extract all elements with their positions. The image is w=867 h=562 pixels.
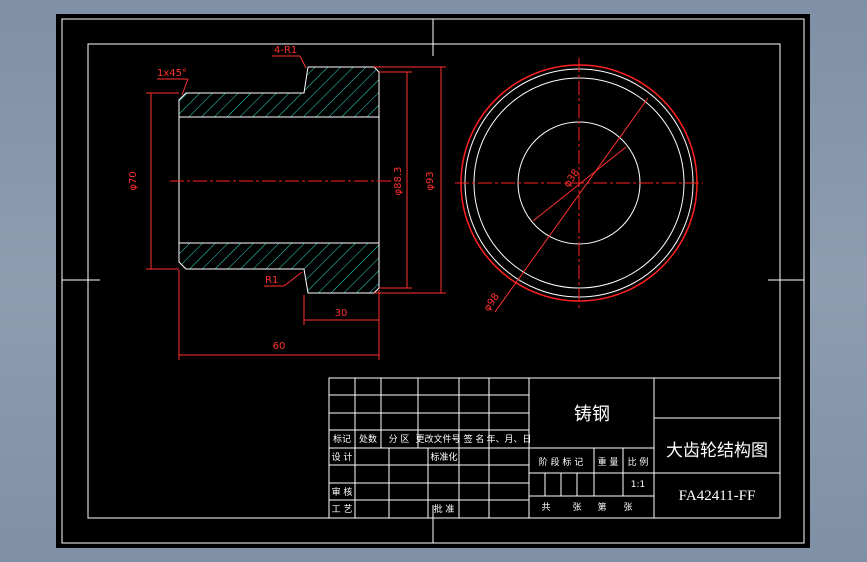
drawing-title: 大齿轮结构图 [666, 441, 768, 461]
fillet-top-label: 4-R1 [274, 45, 297, 56]
sheets-unit-2: 张 [623, 502, 632, 513]
header-zone: 分 区 [389, 434, 410, 445]
dim-phi88: φ88.3 [393, 167, 404, 196]
scale-header: 比 例 [628, 456, 649, 468]
cad-drawing: φ70 φ88.3 φ93 30 60 1x45° 4-R1 R1 φ38 φ9… [61, 18, 805, 544]
header-date: 年、月、日 [486, 433, 531, 445]
role-standardize: 标准化 [430, 451, 457, 463]
dim-length-60: 60 [273, 341, 286, 352]
material-text: 铸钢 [574, 404, 610, 425]
role-process: 工 艺 [332, 504, 353, 515]
dim-length-30: 30 [335, 308, 348, 319]
header-signature: 签 名 [464, 433, 485, 445]
sheets-total: 共 [541, 502, 550, 513]
sheets-unit-1: 张 [572, 502, 581, 513]
role-design: 设 计 [332, 451, 353, 463]
role-approve: 批 准 [434, 503, 455, 515]
section-view: φ70 φ88.3 φ93 30 60 1x45° 4-R1 R1 [128, 45, 446, 360]
drawing-sheet: φ70 φ88.3 φ93 30 60 1x45° 4-R1 R1 φ38 φ9… [56, 14, 810, 548]
sheets-page: 第 [597, 501, 606, 513]
drawing-number: FA42411-FF [679, 488, 756, 504]
role-check: 审 核 [332, 486, 353, 498]
header-change-doc: 更改文件号 [415, 433, 460, 445]
header-count: 处数 [359, 433, 377, 445]
dim-phi70: φ70 [128, 171, 139, 190]
chamfer-label: 1x45° [157, 68, 187, 79]
stage-mark-header: 阶 段 标 记 [539, 456, 584, 468]
scale-value: 1:1 [631, 480, 645, 490]
end-view: φ38 φ98 [455, 58, 703, 314]
end-view-large-dia: φ98 [482, 291, 502, 313]
fillet-bottom-label: R1 [265, 275, 278, 286]
hatch-top [178, 66, 380, 118]
header-mark: 标记 [333, 433, 351, 445]
dim-phi93: φ93 [425, 171, 436, 190]
outer-border [61, 18, 805, 544]
weight-header: 重 量 [598, 456, 619, 468]
